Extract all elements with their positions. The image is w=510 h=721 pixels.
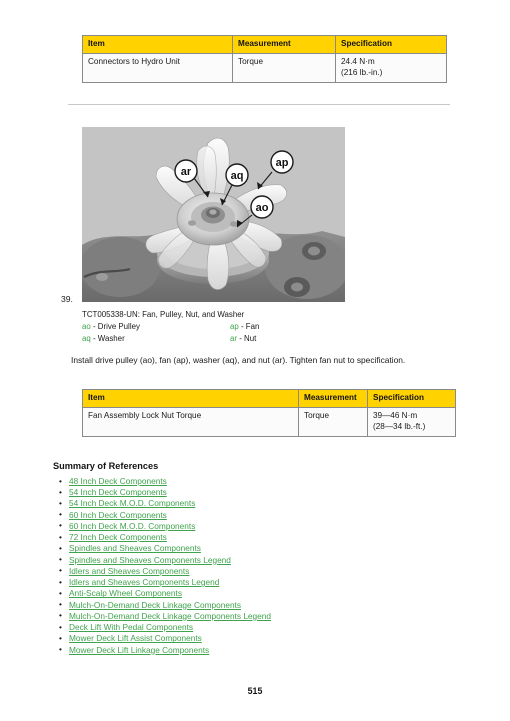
cell-item: Connectors to Hydro Unit: [82, 52, 233, 84]
reference-link[interactable]: Mulch-On-Demand Deck Linkage Components: [69, 600, 241, 610]
callout-bubble-aq: aq: [225, 163, 249, 187]
column-header-item: Item: [82, 389, 299, 408]
reference-link[interactable]: Mower Deck Lift Assist Components: [69, 633, 202, 643]
list-item: Mower Deck Lift Assist Components: [53, 633, 453, 644]
table-row: Connectors to Hydro Unit Torque 24.4 N·m…: [82, 52, 447, 84]
column-header-specification: Specification: [335, 35, 447, 54]
cell-specification: 24.4 N·m (216 lb.-in.): [335, 52, 447, 84]
callout-bubble-ar: ar: [174, 159, 198, 183]
reference-link[interactable]: 54 Inch Deck M.O.D. Components: [69, 498, 195, 508]
reference-link[interactable]: Mulch-On-Demand Deck Linkage Components …: [69, 611, 271, 621]
reference-link[interactable]: Spindles and Sheaves Components: [69, 543, 201, 553]
legend-entry-ar: ar - Nut: [230, 333, 256, 345]
spec-value-metric: 24.4 N·m: [341, 56, 375, 66]
spec-value-imperial: (216 lb.-in.): [341, 67, 383, 77]
legend-label-ao: - Drive Pulley: [92, 322, 140, 332]
reference-link[interactable]: Deck Lift With Pedal Components: [69, 622, 193, 632]
spec-value-imperial: (28—34 lb.-ft.): [373, 421, 426, 431]
callout-bubble-ao: ao: [250, 195, 274, 219]
reference-link[interactable]: 60 Inch Deck Components: [69, 510, 167, 520]
summary-heading: Summary of References: [53, 461, 159, 471]
figure-fan-pulley-assembly: ar aq ap ao: [82, 127, 345, 302]
svg-text:aq: aq: [231, 170, 244, 182]
specification-table-fan-lock-nut: Item Measurement Specification Fan Assem…: [82, 389, 456, 438]
reference-link[interactable]: 54 Inch Deck Components: [69, 487, 167, 497]
legend-tag-ar: ar: [230, 334, 238, 344]
callout-bubble-ap: ap: [270, 150, 294, 174]
summary-of-references-section: Summary of References 48 Inch Deck Compo…: [53, 461, 453, 656]
reference-link[interactable]: 60 Inch Deck M.O.D. Components: [69, 521, 195, 531]
list-item: Idlers and Sheaves Components Legend: [53, 577, 453, 588]
table-header-row: Item Measurement Specification: [82, 35, 447, 54]
list-item: 60 Inch Deck M.O.D. Components: [53, 520, 453, 532]
cell-specification: 39—46 N·m (28—34 lb.-ft.): [367, 406, 456, 438]
reference-link[interactable]: Mower Deck Lift Linkage Components: [69, 645, 209, 655]
section-divider: [68, 104, 450, 105]
figure-caption-block: TCT005338-UN: Fan, Pulley, Nut, and Wash…: [82, 309, 412, 345]
legend-row: aq - Washer ar - Nut: [82, 333, 412, 345]
list-item: Mulch-On-Demand Deck Linkage Components: [53, 599, 453, 611]
list-item: 72 Inch Deck Components: [53, 532, 453, 543]
list-item: Mulch-On-Demand Deck Linkage Components …: [53, 610, 453, 622]
reference-link[interactable]: Anti-Scalp Wheel Components: [69, 588, 182, 598]
column-header-item: Item: [82, 35, 233, 54]
specification-table-hydro-connectors: Item Measurement Specification Connector…: [82, 35, 447, 84]
legend-label-ar: - Nut: [239, 334, 257, 344]
list-item: Spindles and Sheaves Components Legend: [53, 554, 453, 566]
list-item: Idlers and Sheaves Components: [53, 565, 453, 577]
list-item: 48 Inch Deck Components: [53, 475, 453, 487]
list-item: 54 Inch Deck M.O.D. Components: [53, 498, 453, 509]
cell-measurement: Torque: [298, 406, 368, 438]
list-item: Spindles and Sheaves Components: [53, 543, 453, 554]
column-header-specification: Specification: [367, 389, 456, 408]
column-header-measurement: Measurement: [232, 35, 336, 54]
step-number: 39.: [61, 294, 73, 304]
list-item: Deck Lift With Pedal Components: [53, 622, 453, 633]
reference-link[interactable]: 48 Inch Deck Components: [69, 476, 167, 486]
legend-tag-aq: aq: [82, 334, 91, 344]
legend-label-ap: - Fan: [240, 322, 260, 332]
reference-link-list: 48 Inch Deck Components54 Inch Deck Comp…: [53, 475, 453, 656]
reference-link[interactable]: Spindles and Sheaves Components Legend: [69, 555, 231, 565]
svg-text:ap: ap: [276, 157, 289, 169]
page-number: 515: [247, 686, 263, 696]
legend-tag-ap: ap: [230, 322, 239, 332]
svg-text:ar: ar: [181, 166, 192, 178]
column-header-measurement: Measurement: [298, 389, 368, 408]
reference-link[interactable]: 72 Inch Deck Components: [69, 532, 167, 542]
table-row: Fan Assembly Lock Nut Torque Torque 39—4…: [82, 406, 456, 438]
list-item: 54 Inch Deck Components: [53, 487, 453, 498]
legend-tag-ao: ao: [82, 322, 91, 332]
legend-label-aq: - Washer: [92, 334, 125, 344]
list-item: 60 Inch Deck Components: [53, 509, 453, 521]
spec-value-metric: 39—46 N·m: [373, 410, 418, 420]
legend-entry-aq: aq - Washer: [82, 333, 230, 345]
figure-photo: ar aq ap ao: [82, 127, 345, 302]
reference-link[interactable]: Idlers and Sheaves Components: [69, 566, 189, 576]
reference-link[interactable]: Idlers and Sheaves Components Legend: [69, 577, 219, 587]
figure-caption: TCT005338-UN: Fan, Pulley, Nut, and Wash…: [82, 310, 245, 319]
svg-text:ao: ao: [256, 202, 269, 214]
legend-entry-ap: ap - Fan: [230, 321, 259, 333]
cell-item: Fan Assembly Lock Nut Torque: [82, 406, 299, 438]
table-header-row: Item Measurement Specification: [82, 389, 456, 408]
legend-row: ao - Drive Pulley ap - Fan: [82, 321, 412, 333]
list-item: Anti-Scalp Wheel Components: [53, 588, 453, 599]
legend-entry-ao: ao - Drive Pulley: [82, 321, 230, 333]
instruction-paragraph: Install drive pulley (ao), fan (ap), was…: [71, 355, 406, 365]
cell-measurement: Torque: [232, 52, 336, 84]
list-item: Mower Deck Lift Linkage Components: [53, 644, 453, 656]
